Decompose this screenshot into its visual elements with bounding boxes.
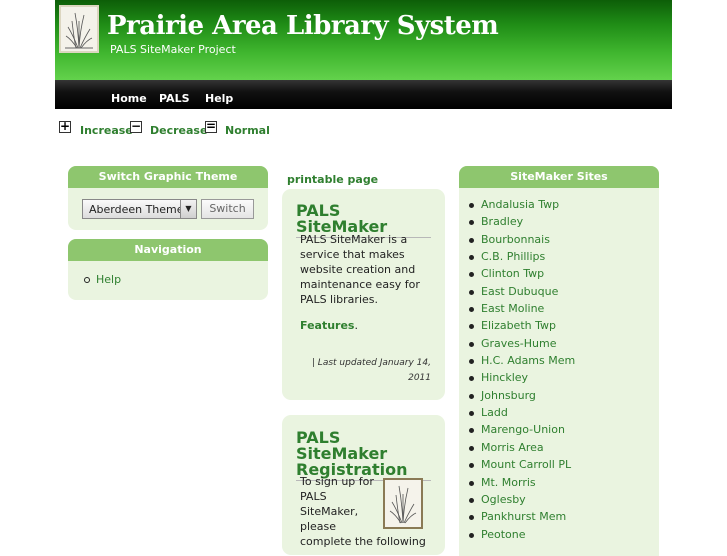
sitemaker-sites-list: Andalusia Twp Bradley Bourbonnais C.B. Phil… <box>468 198 575 545</box>
site-logo[interactable] <box>59 5 99 53</box>
increase-icon[interactable]: + <box>59 120 71 133</box>
article-line: service that makes <box>300 248 405 261</box>
main-nav: Home PALS Help <box>55 80 672 109</box>
navigation-list: Help <box>84 273 121 286</box>
increase-text-link[interactable]: Increase <box>80 124 133 137</box>
site-link[interactable]: Hinckley <box>481 371 528 384</box>
site-link[interactable]: Mount Carroll PL <box>481 458 571 471</box>
site-list-item[interactable]: H.C. Adams Mem <box>468 354 575 371</box>
nav-home[interactable]: Home <box>111 92 147 105</box>
decrease-text-link[interactable]: Decrease <box>150 124 207 137</box>
site-link[interactable]: East Moline <box>481 302 544 315</box>
article-line: PALS SiteMaker is a <box>300 233 408 246</box>
navigation-item-help[interactable]: Help <box>84 273 121 286</box>
navigation-item-label[interactable]: Help <box>96 273 121 286</box>
site-link[interactable]: Bradley <box>481 215 523 228</box>
printable-page-link[interactable]: printable page <box>287 173 378 186</box>
site-list-item[interactable]: Marengo-Union <box>468 423 575 440</box>
site-link[interactable]: Oglesby <box>481 493 526 506</box>
site-list-item[interactable]: Oglesby <box>468 493 575 510</box>
site-list-item[interactable]: Mount Carroll PL <box>468 458 575 475</box>
site-link[interactable]: Bourbonnais <box>481 233 550 246</box>
prairie-grass-icon <box>389 485 417 524</box>
site-link[interactable]: Clinton Twp <box>481 267 544 280</box>
site-link[interactable]: Elizabeth Twp <box>481 319 556 332</box>
sitemaker-sites-box: SiteMaker Sites Andalusia Twp Bradley Bour… <box>459 166 659 556</box>
page: Prairie Area Library System PALS SiteMak… <box>55 0 672 556</box>
features-paragraph: Features. <box>300 318 358 333</box>
nav-pals[interactable]: PALS <box>159 92 190 105</box>
chevron-down-icon: ▼ <box>180 200 196 218</box>
site-list-item[interactable]: Pankhurst Mem <box>468 510 575 527</box>
switch-button[interactable]: Switch <box>201 199 254 219</box>
navigation-heading: Navigation <box>68 239 268 261</box>
last-updated-line: | Last updated January 14, <box>311 358 431 368</box>
site-list-item[interactable]: Ladd <box>468 406 575 423</box>
last-updated: | Last updated January 14, 2011 <box>312 356 431 386</box>
site-list-item[interactable]: East Moline <box>468 302 575 319</box>
site-link[interactable]: Marengo-Union <box>481 423 565 436</box>
site-link[interactable]: Andalusia Twp <box>481 198 559 211</box>
prairie-grass-icon <box>65 12 93 49</box>
site-link[interactable]: East Dubuque <box>481 285 558 298</box>
normal-icon[interactable]: = <box>205 120 217 133</box>
site-list-item[interactable]: Johnsburg <box>468 389 575 406</box>
features-link[interactable]: Features <box>300 319 354 332</box>
site-list-item[interactable]: Bourbonnais <box>468 233 575 250</box>
sitemaker-sites-heading: SiteMaker Sites <box>459 166 659 188</box>
site-list-item[interactable]: Mt. Morris <box>468 476 575 493</box>
site-list-item[interactable]: Peotone <box>468 528 575 545</box>
site-link[interactable]: Ladd <box>481 406 508 419</box>
article-sitemaker: PALS SiteMaker PALS SiteMaker is a servi… <box>282 189 445 400</box>
last-updated-year: 2011 <box>408 373 431 383</box>
article-line: complete the following <box>300 535 426 548</box>
site-link[interactable]: Peotone <box>481 528 526 541</box>
article-line: maintenance easy for <box>300 278 420 291</box>
site-header: Prairie Area Library System PALS SiteMak… <box>55 0 672 80</box>
article-line: website creation and <box>300 263 416 276</box>
site-link[interactable]: H.C. Adams Mem <box>481 354 575 367</box>
switch-theme-box: Switch Graphic Theme Aberdeen Theme ▼ Sw… <box>68 166 268 230</box>
site-list-item[interactable]: Elizabeth Twp <box>468 319 575 336</box>
navigation-box: Navigation Help <box>68 239 268 300</box>
nav-help[interactable]: Help <box>205 92 233 105</box>
site-link[interactable]: Morris Area <box>481 441 544 454</box>
site-title: Prairie Area Library System <box>107 11 499 41</box>
site-list-item[interactable]: Clinton Twp <box>468 267 575 284</box>
site-subtitle: PALS SiteMaker Project <box>110 43 236 56</box>
site-list-item[interactable]: Andalusia Twp <box>468 198 575 215</box>
site-link[interactable]: Graves-Hume <box>481 337 557 350</box>
site-list-item[interactable]: Morris Area <box>468 441 575 458</box>
site-list-item[interactable]: Hinckley <box>468 371 575 388</box>
site-list-item[interactable]: East Dubuque <box>468 285 575 302</box>
theme-select-value: Aberdeen Theme <box>89 203 184 216</box>
site-list-item[interactable]: C.B. Phillips <box>468 250 575 267</box>
decrease-icon[interactable]: − <box>130 120 142 133</box>
site-link[interactable]: Johnsburg <box>481 389 536 402</box>
features-period: . <box>354 319 358 332</box>
article-line: PALS libraries. <box>300 293 378 306</box>
site-list-item[interactable]: Graves-Hume <box>468 337 575 354</box>
site-list-item[interactable]: Bradley <box>468 215 575 232</box>
site-link[interactable]: C.B. Phillips <box>481 250 545 263</box>
prairie-grass-image <box>383 478 423 529</box>
normal-text-link[interactable]: Normal <box>225 124 270 137</box>
switch-theme-heading: Switch Graphic Theme <box>68 166 268 188</box>
site-link[interactable]: Pankhurst Mem <box>481 510 566 523</box>
article-title-line: PALS SiteMaker <box>296 428 388 463</box>
site-link[interactable]: Mt. Morris <box>481 476 536 489</box>
article-registration: PALS SiteMaker Registration To sign up f… <box>282 415 445 555</box>
article-body: PALS SiteMaker is a service that makes w… <box>300 232 420 307</box>
theme-select[interactable]: Aberdeen Theme ▼ <box>82 199 197 219</box>
